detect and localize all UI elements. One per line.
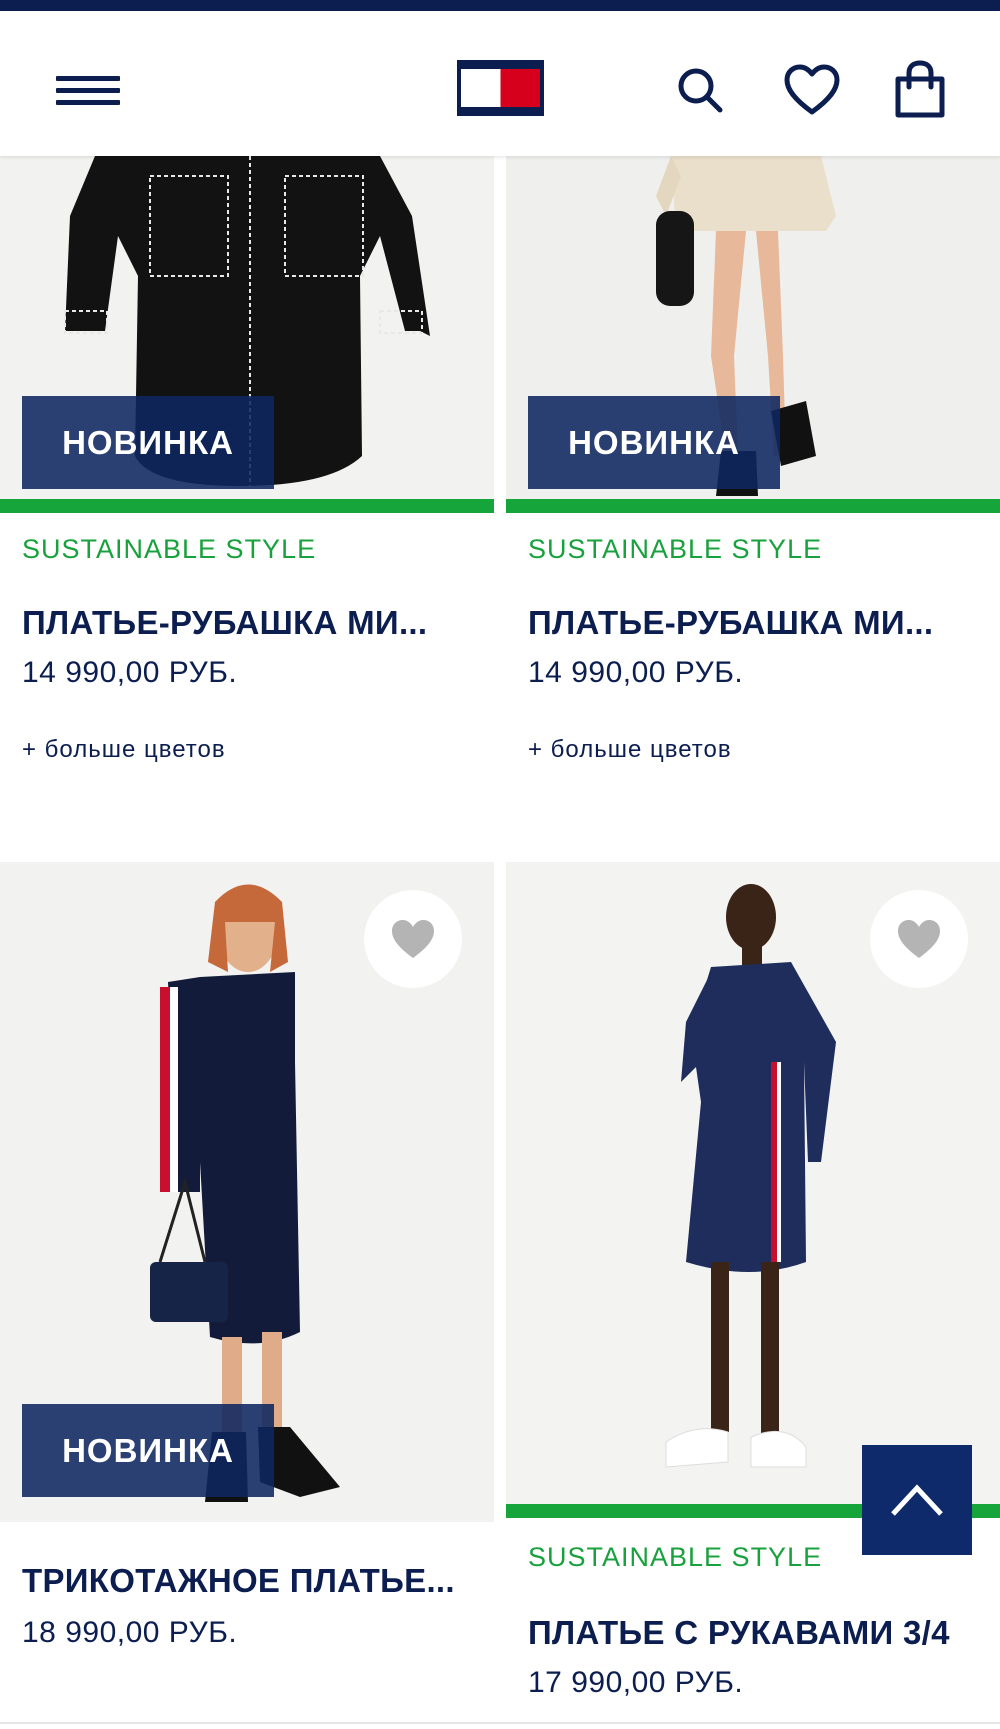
product-card[interactable]: SUSTAINABLE STYLE ПЛАТЬЕ С РУКАВАМИ 3/4 … bbox=[506, 862, 1000, 1722]
chevron-up-icon bbox=[891, 1484, 943, 1516]
site-header bbox=[0, 11, 1000, 156]
back-to-top-button[interactable] bbox=[862, 1445, 972, 1555]
divider bbox=[0, 1722, 1000, 1724]
more-colors-link[interactable]: + больше цветов bbox=[22, 736, 226, 764]
more-colors-link[interactable]: + больше цветов bbox=[528, 736, 732, 764]
product-card[interactable]: НОВИНКА SUSTAINABLE STYLE ПЛАТЬЕ-РУБАШКА… bbox=[0, 156, 494, 856]
product-title[interactable]: ПЛАТЬЕ-РУБАШКА МИ... bbox=[22, 604, 427, 642]
product-price: 18 990,00 РУБ. bbox=[22, 1616, 238, 1649]
product-image[interactable]: НОВИНКА bbox=[0, 862, 494, 1522]
heart-icon bbox=[898, 920, 940, 958]
sustainable-stripe bbox=[0, 499, 494, 513]
sustainable-label: SUSTAINABLE STYLE bbox=[528, 534, 823, 564]
product-price: 17 990,00 РУБ. bbox=[528, 1666, 744, 1699]
new-badge: НОВИНКА bbox=[528, 396, 780, 489]
new-badge: НОВИНКА bbox=[22, 396, 274, 489]
product-card[interactable]: НОВИНКА ТРИКОТАЖНОЕ ПЛАТЬЕ... 18 990,00 … bbox=[0, 862, 494, 1722]
heart-icon bbox=[392, 920, 434, 958]
tommy-hilfiger-flag-logo[interactable] bbox=[457, 60, 544, 116]
product-price: 14 990,00 РУБ. bbox=[528, 656, 744, 689]
search-icon[interactable] bbox=[673, 63, 727, 117]
sustainable-label: SUSTAINABLE STYLE bbox=[22, 534, 317, 564]
new-badge: НОВИНКА bbox=[22, 1404, 274, 1497]
product-title[interactable]: ПЛАТЬЕ-РУБАШКА МИ... bbox=[528, 604, 933, 642]
product-title[interactable]: ТРИКОТАЖНОЕ ПЛАТЬЕ... bbox=[22, 1562, 455, 1600]
heart-icon[interactable] bbox=[783, 63, 841, 117]
sustainable-stripe bbox=[506, 499, 1000, 513]
add-to-wishlist-button[interactable] bbox=[364, 890, 462, 988]
sustainable-label: SUSTAINABLE STYLE bbox=[528, 1542, 823, 1572]
product-title[interactable]: ПЛАТЬЕ С РУКАВАМИ 3/4 bbox=[528, 1614, 950, 1652]
product-image[interactable]: НОВИНКА bbox=[506, 156, 1000, 499]
shopping-bag-icon[interactable] bbox=[894, 59, 946, 119]
hamburger-menu-icon[interactable] bbox=[56, 70, 120, 112]
add-to-wishlist-button[interactable] bbox=[870, 890, 968, 988]
product-image[interactable] bbox=[506, 862, 1000, 1507]
product-image[interactable]: НОВИНКА bbox=[0, 156, 494, 499]
top-stripe bbox=[0, 0, 1000, 11]
product-card[interactable]: НОВИНКА SUSTAINABLE STYLE ПЛАТЬЕ-РУБАШКА… bbox=[506, 156, 1000, 856]
product-price: 14 990,00 РУБ. bbox=[22, 656, 238, 689]
